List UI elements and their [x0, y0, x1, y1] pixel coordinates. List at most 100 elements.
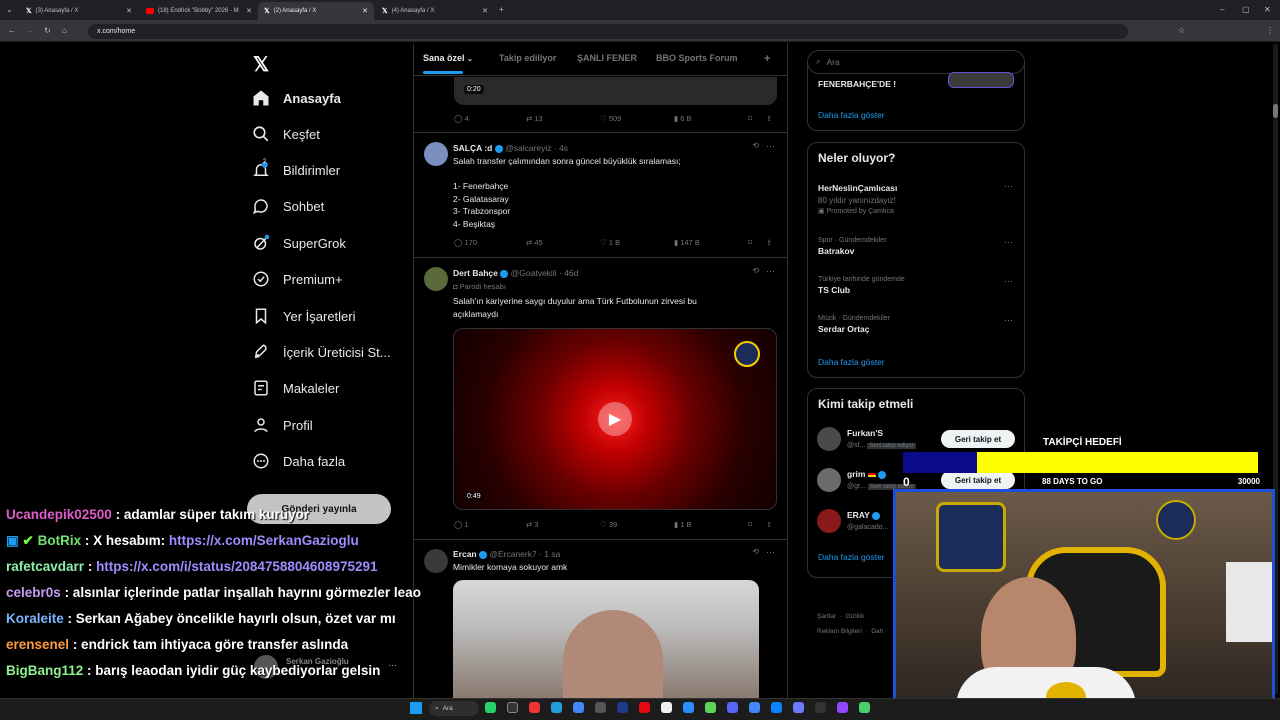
close-window-icon[interactable]: ✕ [1264, 5, 1271, 14]
close-tab-icon[interactable]: ✕ [482, 7, 488, 15]
share-icon[interactable]: ⇪ [766, 238, 772, 247]
media-video[interactable]: ▶ 0:49 [453, 328, 777, 510]
views-button[interactable]: ▮ 147 B [674, 238, 700, 247]
close-tab-icon[interactable]: ✕ [362, 7, 368, 15]
browser-tab-3-active[interactable]: 𝕏 (2) Anasayfa / X ✕ [258, 2, 374, 20]
media-video[interactable] [453, 580, 759, 698]
reply-button[interactable]: ◯ 170 [454, 238, 477, 247]
share-icon[interactable]: ⇪ [766, 114, 772, 123]
nav-home[interactable]: Anasayfa [252, 89, 341, 107]
avatar[interactable] [817, 509, 841, 533]
trend-item[interactable]: HerNeslinÇamlıcası 80 yıldır yanınızdayı… [818, 183, 1018, 215]
more-options-icon[interactable]: ⋯ [1004, 276, 1013, 287]
footer-link-ads[interactable]: Reklam Bilgileri [817, 628, 862, 635]
nav-profile[interactable]: Profil [252, 416, 313, 434]
windows-start-icon[interactable] [410, 702, 422, 714]
trend-item[interactable]: Türkiye tarihinde gündemde TS Club [818, 276, 1018, 295]
browser-tab-1[interactable]: 𝕏 (3) Anasayfa / X ✕ [20, 2, 138, 20]
chat-link[interactable]: https://x.com/SerkanGazioglu [169, 533, 359, 548]
telegram-icon[interactable] [551, 702, 562, 713]
whatsapp-icon[interactable] [485, 702, 496, 713]
nav-supergrok[interactable]: SuperGrok [252, 234, 346, 252]
like-button[interactable]: ♡ 1 B [600, 238, 620, 247]
close-tab-icon[interactable]: ✕ [126, 7, 132, 15]
nav-bookmarks[interactable]: Yer İşaretleri [252, 307, 356, 325]
play-icon[interactable]: ▶ [598, 402, 632, 436]
new-tab-icon[interactable]: + [499, 5, 504, 14]
app-icon[interactable] [793, 702, 804, 713]
media-video[interactable]: 0:20 [454, 77, 777, 105]
bookmark-icon[interactable]: ⌑ [748, 520, 752, 529]
tweet-author[interactable]: SALÇA :d @salcareyiz · 4s [453, 143, 568, 153]
more-options-icon[interactable]: ⋯ [766, 266, 775, 277]
tweet[interactable]: Ercan @Ercanerk7 · 1 sa ⋯ ⟲ Mimikler kom… [414, 541, 787, 698]
user-name[interactable]: Furkan'S [847, 428, 883, 438]
back-icon[interactable]: ← [8, 26, 16, 35]
browser-tab-4[interactable]: 𝕏 (4) Anasayfa / X ✕ [376, 2, 494, 20]
tweet-author[interactable]: Ercan @Ercanerk7 · 1 sa [453, 549, 560, 559]
chrome-icon[interactable] [573, 702, 584, 713]
app-icon[interactable] [815, 702, 826, 713]
maximize-icon[interactable]: ▢ [1242, 5, 1250, 14]
tab-bbo-sports[interactable]: BBO Sports Forum [656, 53, 738, 63]
like-button[interactable]: ♡ 509 [600, 114, 621, 123]
app-icon[interactable] [617, 702, 628, 713]
trend-item[interactable]: Spor · Gündemdekiler Batrakov [818, 237, 1018, 256]
add-tab-icon[interactable]: + [764, 53, 770, 65]
zoom-icon[interactable] [683, 702, 694, 713]
discord-icon[interactable] [727, 702, 738, 713]
tweet[interactable]: SALÇA :d @salcareyiz · 4s ⋯ ⟲ Salah tran… [414, 133, 787, 258]
bookmark-star-icon[interactable]: ☆ [1178, 26, 1185, 35]
avatar[interactable] [424, 549, 448, 573]
tweet-author[interactable]: Dert Bahçe @Goatvekili · 46d [453, 268, 578, 278]
home-icon[interactable]: ⌂ [62, 26, 67, 35]
settings-icon[interactable] [595, 702, 606, 713]
avatar[interactable] [817, 468, 841, 492]
app-icon[interactable] [507, 702, 518, 713]
browser-tab-2[interactable]: (18) Endrick "Bobby" 2026 - M ✕ [140, 2, 258, 20]
netflix-icon[interactable] [639, 702, 650, 713]
news-title[interactable]: FENERBAHÇE'DE ! [818, 79, 896, 89]
tab-for-you[interactable]: Sana özel ⌄ [423, 53, 473, 63]
taskbar-search[interactable]: ⌕ Ara [429, 701, 479, 716]
show-more-link[interactable]: Daha fazla göster [818, 110, 885, 120]
tab-search-icon[interactable]: ⌄ [6, 5, 13, 14]
grok-icon[interactable]: ⟲ [752, 547, 759, 556]
news-thumbnail[interactable] [948, 72, 1014, 88]
app-icon[interactable] [661, 702, 672, 713]
avatar[interactable] [424, 267, 448, 291]
user-name-row[interactable]: grim [847, 469, 887, 479]
footer-link-privacy[interactable]: Gizlilik [846, 613, 865, 620]
more-options-icon[interactable]: ⋯ [766, 141, 775, 152]
repost-button[interactable]: ⇄ 3 [526, 520, 539, 529]
footer-link-more[interactable]: Dah [871, 628, 883, 635]
avatar[interactable] [817, 427, 841, 451]
close-tab-icon[interactable]: ✕ [246, 7, 252, 15]
repost-button[interactable]: ⇄ 45 [526, 238, 543, 247]
reply-button[interactable]: ◯ 4 [454, 114, 469, 123]
menu-icon[interactable]: ⋮ [1266, 26, 1274, 35]
nav-creator-studio[interactable]: İçerik Üreticisi St... [252, 343, 391, 361]
grok-icon[interactable]: ⟲ [752, 266, 759, 275]
more-options-icon[interactable]: ⋯ [1004, 181, 1013, 192]
account-menu-icon[interactable]: ⋯ [388, 660, 397, 671]
show-more-link[interactable]: Daha fazla göster [818, 552, 885, 562]
app-icon[interactable] [705, 702, 716, 713]
nav-more[interactable]: Daha fazla [252, 452, 345, 470]
bookmark-icon[interactable]: ⌑ [748, 238, 752, 247]
nav-explore[interactable]: Keşfet [252, 125, 320, 143]
trend-item[interactable]: Müzik · Gündemdekiler Serdar Ortaç [818, 315, 1018, 334]
minimize-icon[interactable]: – [1220, 5, 1224, 14]
more-options-icon[interactable]: ⋯ [1004, 315, 1013, 326]
grok-icon[interactable]: ⟲ [752, 141, 759, 150]
tab-following[interactable]: Takip ediliyor [499, 53, 556, 63]
chat-link[interactable]: https://x.com/i/status/20847588046089752… [96, 559, 377, 574]
views-button[interactable]: ▮ 1 B [674, 520, 691, 529]
address-bar[interactable]: x.com/home [88, 24, 1128, 39]
share-icon[interactable]: ⇪ [766, 520, 772, 529]
footer-link-terms[interactable]: Şartlar [817, 613, 836, 620]
repost-button[interactable]: ⇄ 13 [526, 114, 543, 123]
nav-articles[interactable]: Makaleler [252, 379, 339, 397]
show-more-link[interactable]: Daha fazla göster [818, 357, 885, 367]
nav-premium[interactable]: Premium+ [252, 270, 343, 288]
